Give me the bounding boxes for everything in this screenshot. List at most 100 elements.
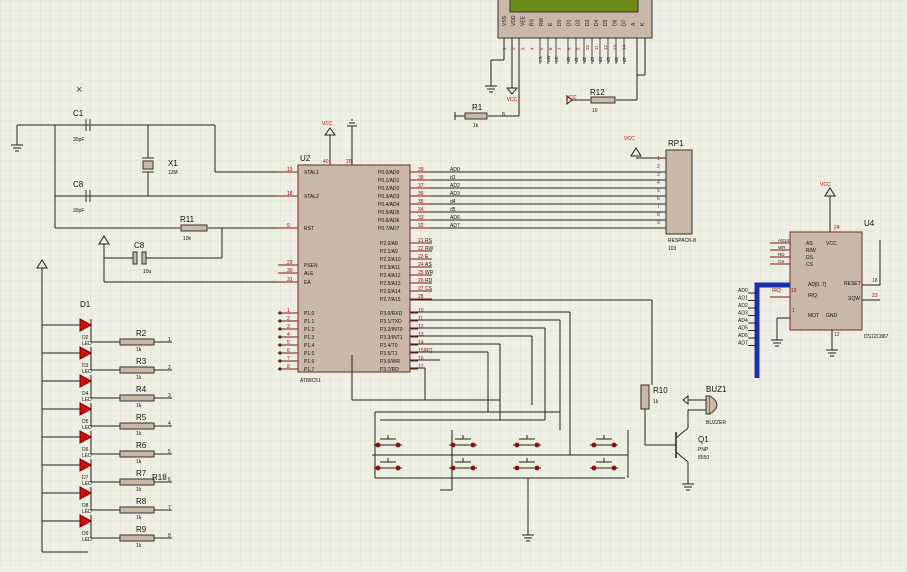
mcu-pin-name: P1.2 (304, 327, 315, 333)
led-resistor[interactable] (119, 366, 155, 374)
lcd-pin-label: D3 (585, 19, 591, 26)
rtc-pin-number: 12 (834, 332, 840, 338)
rtc-pin-number: 24 (834, 225, 840, 231)
led-type: LED (82, 369, 92, 375)
junction-dot (278, 311, 282, 315)
mcu-pin-number: 5 (287, 340, 290, 346)
junction-dot (278, 351, 282, 355)
lcd-pin-label: D6 (612, 19, 618, 26)
mcu-pin-number: 24 (418, 262, 424, 268)
lcd-data-label: d2 (582, 56, 587, 62)
lcd-pin-label: D4 (594, 19, 600, 26)
mcu-pin-number: 2 (287, 316, 290, 322)
mcu-pin-name: ALE (304, 271, 314, 277)
lcd-ctrl-label: LW (546, 55, 551, 62)
led-resistor[interactable] (119, 534, 155, 542)
mcu-pin-name: P0.4/AD4 (378, 202, 400, 208)
mcu-pin-number: 22 (418, 246, 424, 252)
led-resistor[interactable] (119, 394, 155, 402)
led-resistor[interactable] (119, 450, 155, 458)
net-number: 6 (168, 477, 171, 483)
mcu-pin-name: P1.5 (304, 351, 315, 357)
net-label: WR (425, 270, 434, 276)
switch-terminal (611, 465, 617, 471)
rtc-pin-number: 19 (791, 288, 797, 294)
mcu-pin-number: 32 (418, 223, 424, 229)
lcd-data-label: d4 (598, 56, 603, 62)
led-resistor[interactable] (119, 506, 155, 514)
mcu-pin-number: 4 (287, 332, 290, 338)
led-resistor[interactable] (119, 478, 155, 486)
led-type: LED (82, 397, 92, 403)
mcu-pin-name: P0.3/AD3 (378, 194, 400, 200)
mcu-pin-number: 23 (418, 254, 424, 260)
mcu-pin-number: 1 (287, 308, 290, 314)
mcu-pin-number: 15IRQ (418, 348, 433, 354)
rtc-bus-label: AD2 (738, 303, 748, 309)
lcd-pin-number: 13 (612, 44, 617, 50)
lcd-pin-number: 11 (594, 45, 599, 50)
svg-text:VCC: VCC (507, 97, 518, 103)
rtc-net-label: AS14 (778, 238, 790, 243)
pin-number: 20 (346, 159, 352, 165)
net-number: 8 (168, 533, 171, 539)
svg-text:X1: X1 (168, 159, 178, 168)
resistor-ref: R2 (136, 329, 147, 338)
switch-terminal (375, 465, 381, 471)
switch-terminal (395, 442, 401, 448)
mcu-pin-name: P3.7/RD (380, 367, 399, 373)
mcu-pin-name: PSEN (304, 263, 318, 269)
mcu-pin-name: EA (304, 280, 311, 286)
mcu-pin-name: P2.6/A14 (380, 289, 401, 295)
resistor-value: 1k (136, 543, 142, 549)
rtc-bus-label: AD1 (738, 296, 748, 302)
rp1-pin-number: 1 (657, 156, 660, 162)
svg-text:R10: R10 (653, 386, 668, 395)
mcu-pin-number: 29 (287, 260, 293, 266)
svg-text:8: 8 (502, 112, 505, 118)
lcd-pin-label: D5 (603, 19, 609, 26)
switch-terminal (534, 442, 540, 448)
svg-text:30pF: 30pF (73, 137, 84, 143)
rtc-bus-label: AD7 (738, 341, 748, 347)
svg-text:VCC: VCC (566, 95, 577, 101)
rtc-bus-label: AD3 (738, 311, 748, 317)
rtc-pin-name: MOT (808, 313, 819, 319)
rtc-pin-number: 18 (872, 278, 878, 284)
mcu-pin-name: P3.4/T0 (380, 343, 398, 349)
mcu-pin-number: 28 (418, 294, 424, 300)
mcu-pin-name: P1.1 (304, 319, 315, 325)
junction-dot (278, 367, 282, 371)
mcu-pin-name: P1.3 (304, 335, 315, 341)
mcu-pin-name: P0.5/AD5 (378, 210, 400, 216)
resistor-ref: R3 (136, 357, 147, 366)
junction-dot (278, 327, 282, 331)
irq-net: IRQ (772, 288, 781, 294)
mcu-pin-name: P2.0/A8 (380, 241, 398, 247)
net-label: AS (425, 262, 432, 268)
svg-text:PNP: PNP (698, 447, 709, 453)
lcd-data-label: d0 (566, 56, 571, 62)
led-resistor[interactable] (119, 338, 155, 346)
rtc-pin-name: CS (806, 262, 814, 268)
rtc-pin-number: 23 (872, 293, 878, 299)
svg-text:Q1: Q1 (698, 435, 709, 444)
led-resistor[interactable] (119, 422, 155, 430)
lcd-data-label: d7 (622, 56, 627, 62)
rtc-pin-name: R/W (806, 248, 816, 254)
switch-terminal (470, 442, 476, 448)
mcu-pin-name: P3.1/TXD (380, 319, 402, 325)
mcu-pin-number: 7 (287, 356, 290, 362)
resistor-value: 1k (136, 487, 142, 493)
mcu-pin-number: 30 (287, 268, 293, 274)
mcu-pin-number: 27 (418, 286, 424, 292)
led-type: LED (82, 453, 92, 459)
rp1-pin-number: 2 (657, 164, 660, 170)
mcu-pin-number: 6 (287, 348, 290, 354)
rtc-net-label: WR (778, 245, 786, 250)
resistor-value: 1k (136, 403, 142, 409)
lcd-pin-label: VEE (520, 15, 526, 26)
rp1-pin-number: 3 (657, 172, 660, 178)
schematic-canvas[interactable]: VSS VDD VEE RS RW E D0 D1 D2 D3 D4 D5 D6 D7 A K 1 2 3 4 5 6 7 8… (0, 0, 907, 567)
svg-text:103: 103 (668, 246, 677, 252)
